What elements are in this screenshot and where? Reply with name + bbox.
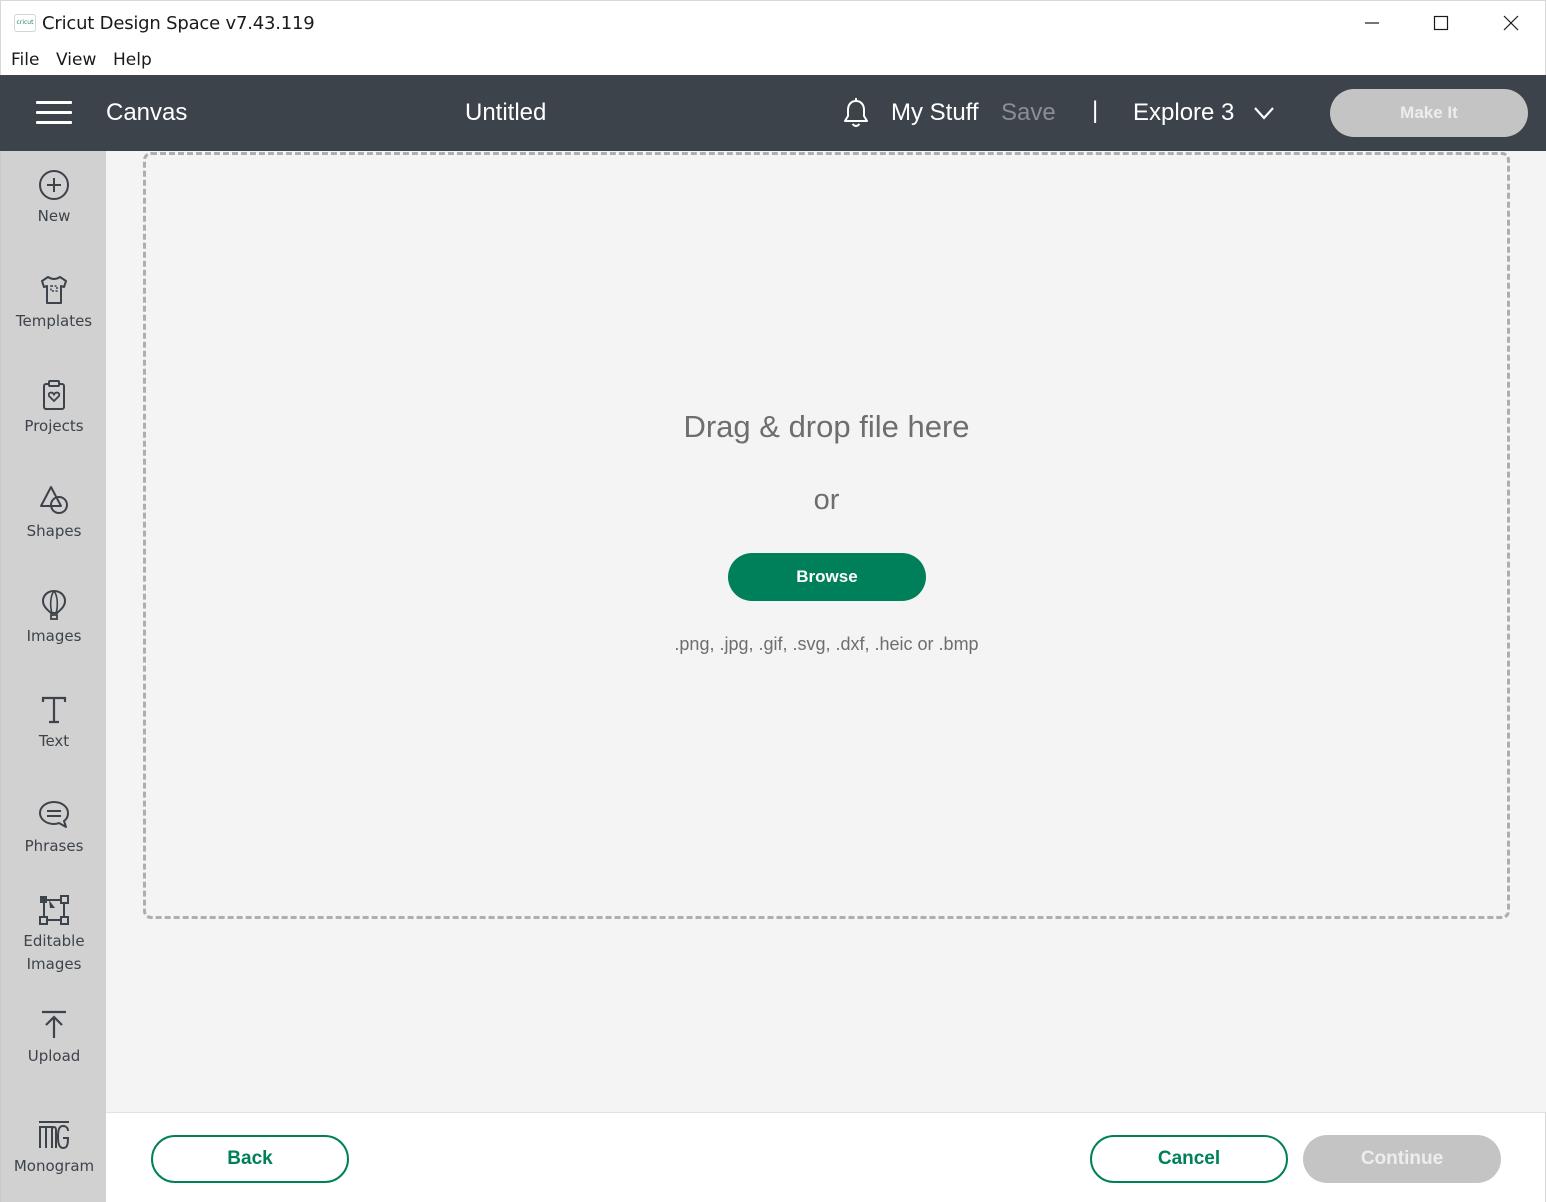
sidebar-item-label: Shapes xyxy=(26,522,82,540)
projects-icon xyxy=(43,380,65,410)
browse-button[interactable]: Browse xyxy=(728,553,926,601)
sidebar-item-label: Projects xyxy=(24,417,84,435)
supported-formats: .png, .jpg, .gif, .svg, .dxf, .heic or .… xyxy=(674,634,979,654)
maximize-button[interactable] xyxy=(1407,1,1475,45)
app-header: Canvas Untitled My Stuff Save | Explore … xyxy=(0,75,1546,151)
sidebar-item-label: Editable xyxy=(23,932,85,950)
shapes-icon xyxy=(40,486,68,514)
maximize-icon xyxy=(1433,15,1449,31)
minimize-button[interactable] xyxy=(1338,1,1406,45)
save-button[interactable]: Save xyxy=(1001,99,1056,127)
minimize-icon xyxy=(1365,22,1379,24)
document-title[interactable]: Untitled xyxy=(465,99,546,127)
sidebar-item-upload[interactable]: Upload xyxy=(1,1008,107,1068)
cricut-logo-icon: cricut xyxy=(14,14,36,32)
or-separator: or xyxy=(813,484,840,516)
sidebar-item-templates[interactable]: Templates xyxy=(1,273,107,333)
sidebar-item-shapes[interactable]: Shapes xyxy=(1,483,107,543)
back-button[interactable]: Back xyxy=(151,1135,349,1183)
sidebar-item-label: Images xyxy=(26,627,82,645)
sidebar-item-new[interactable]: New xyxy=(1,168,107,228)
menu-view[interactable]: View xyxy=(56,50,96,70)
make-it-button[interactable]: Make It xyxy=(1330,89,1528,137)
sidebar-item-projects[interactable]: Projects xyxy=(1,378,107,438)
tshirt-icon xyxy=(41,276,67,304)
chevron-down-icon[interactable] xyxy=(1253,105,1275,121)
machine-selector[interactable]: Explore 3 xyxy=(1133,99,1234,127)
cancel-button[interactable]: Cancel xyxy=(1090,1135,1288,1183)
sidebar-item-label: Text xyxy=(38,732,70,750)
sidebar-item-editable-images[interactable]: Editable Images xyxy=(1,893,107,976)
continue-button[interactable]: Continue xyxy=(1303,1135,1501,1183)
section-title: Canvas xyxy=(106,99,188,126)
notification-bell-icon[interactable] xyxy=(841,97,871,129)
menu-file[interactable]: File xyxy=(11,50,39,70)
footer-bar: Back Cancel Continue xyxy=(106,1112,1546,1202)
sidebar-item-label: Phrases xyxy=(24,837,84,855)
file-dropzone[interactable]: Drag & drop file here or Browse .png, .j… xyxy=(143,152,1510,919)
close-button[interactable] xyxy=(1477,1,1545,45)
balloon-icon xyxy=(41,589,67,620)
sidebar-item-monogram[interactable]: Monogram xyxy=(1,1118,107,1178)
menu-bar: File View Help xyxy=(0,44,1546,75)
menu-help[interactable]: Help xyxy=(113,50,152,70)
window-title: Cricut Design Space v7.43.119 xyxy=(42,13,315,34)
monogram-icon xyxy=(39,1121,70,1150)
drop-instructions: Drag & drop file here xyxy=(683,409,970,444)
my-stuff-link[interactable]: My Stuff xyxy=(891,99,979,127)
sidebar-item-label: Templates xyxy=(15,312,93,330)
sidebar-item-label: Monogram xyxy=(13,1157,95,1175)
upload-panel: Drag & drop file here or Browse .png, .j… xyxy=(106,151,1546,1112)
header-divider: | xyxy=(1092,97,1099,124)
text-icon xyxy=(41,696,67,724)
upload-icon xyxy=(42,1010,66,1038)
window-titlebar: cricut Cricut Design Space v7.43.119 xyxy=(0,0,1546,44)
close-icon xyxy=(1503,15,1519,31)
speech-bubble-icon xyxy=(39,801,69,828)
plus-circle-icon xyxy=(39,170,69,200)
sidebar-item-images[interactable]: Images xyxy=(1,588,107,648)
sidebar-item-phrases[interactable]: Phrases xyxy=(1,798,107,858)
sidebar: New Templates Projects Shapes Images Tex… xyxy=(0,151,106,1202)
sidebar-item-label-line2: Images xyxy=(26,955,82,973)
sidebar-item-text[interactable]: Text xyxy=(1,693,107,753)
editable-images-icon xyxy=(39,895,69,925)
hamburger-menu-icon[interactable] xyxy=(36,101,72,125)
sidebar-item-label: Upload xyxy=(27,1047,81,1065)
sidebar-item-label: New xyxy=(37,207,71,225)
